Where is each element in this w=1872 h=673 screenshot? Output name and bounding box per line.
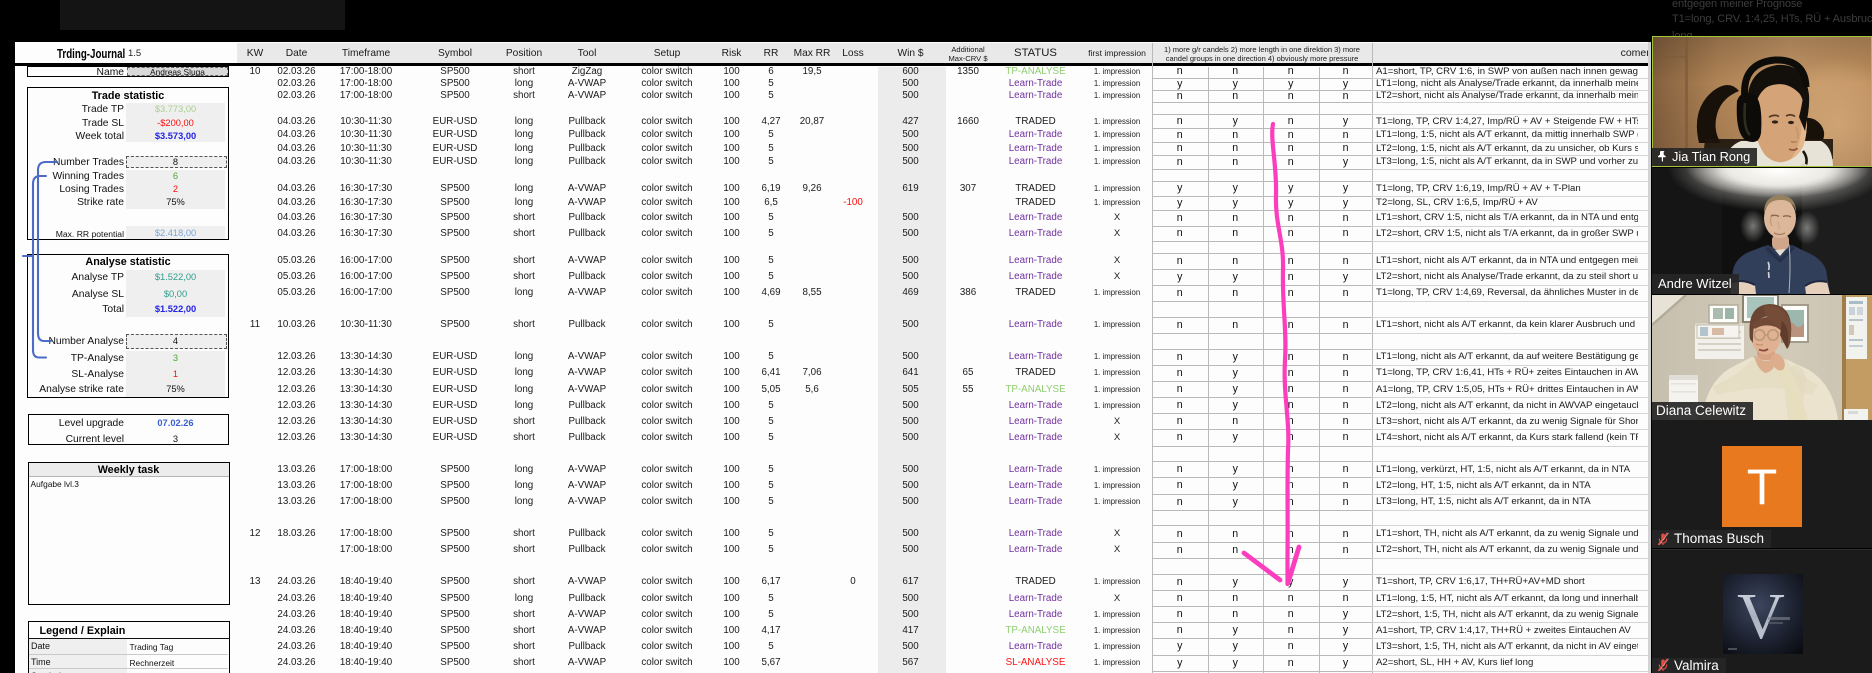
svg-text:V: V [1737,580,1785,653]
